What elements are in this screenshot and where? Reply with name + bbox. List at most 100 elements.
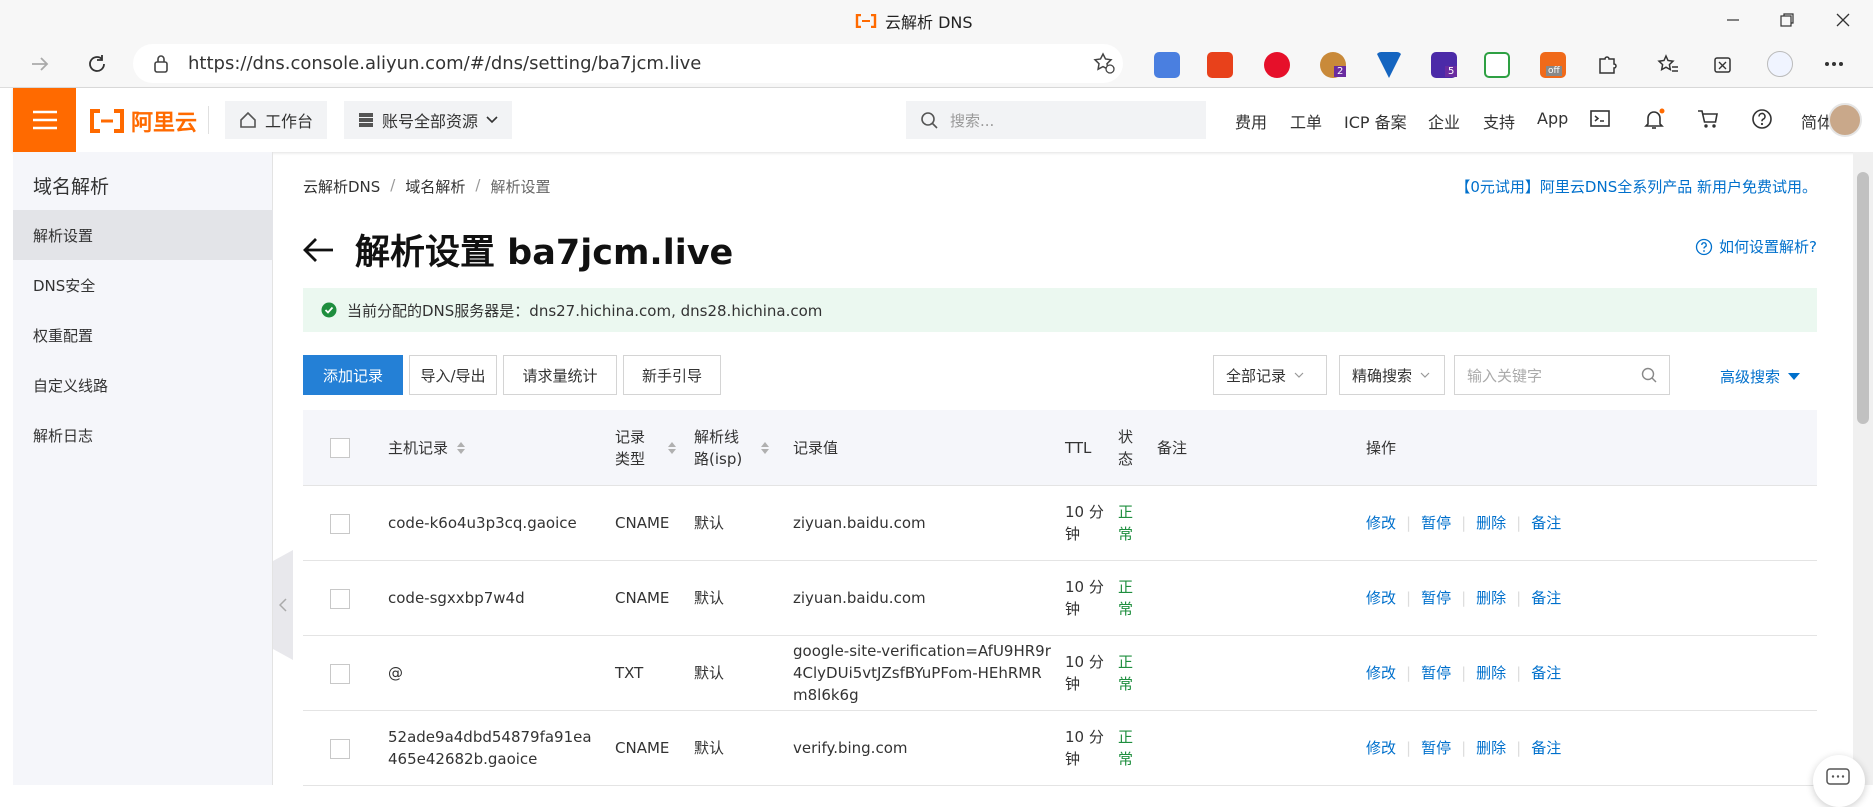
- action-separator: |: [1461, 514, 1467, 532]
- sidebar-item-dns-security[interactable]: DNS安全: [13, 260, 273, 310]
- rss-extension-icon[interactable]: off: [1540, 52, 1566, 78]
- aliyun-logo-icon: [90, 109, 124, 133]
- delete-action-link[interactable]: 删除: [1476, 737, 1506, 759]
- address-bar[interactable]: https://dns.console.aliyun.com/#/dns/set…: [133, 44, 1123, 83]
- table-row: @ TXT 默认 google-site-verification=AfU9HR9r4…: [303, 636, 1817, 711]
- minimize-button[interactable]: [1703, 0, 1763, 40]
- help-button[interactable]: [1751, 108, 1773, 130]
- notifications-button[interactable]: [1643, 108, 1665, 130]
- select-all-checkbox[interactable]: [330, 438, 350, 458]
- office-extension-icon[interactable]: [1207, 52, 1233, 78]
- row-checkbox[interactable]: [330, 589, 350, 609]
- pause-action-link[interactable]: 暂停: [1421, 512, 1451, 534]
- header-link-enterprise[interactable]: 企业: [1428, 109, 1460, 133]
- header-link-ticket[interactable]: 工单: [1290, 109, 1322, 133]
- favorites-button[interactable]: [1657, 53, 1679, 75]
- breadcrumb-item-domains[interactable]: 域名解析: [405, 176, 465, 197]
- resources-dropdown[interactable]: 账号全部资源: [344, 101, 513, 139]
- breadcrumb-item-current: 解析设置: [490, 178, 551, 196]
- column-header-line[interactable]: 解析线路(isp): [694, 410, 784, 485]
- user-avatar[interactable]: [1828, 103, 1862, 137]
- cart-button[interactable]: [1697, 108, 1719, 130]
- header-link-icp[interactable]: ICP 备案: [1344, 109, 1407, 133]
- collections-button[interactable]: [1712, 53, 1734, 75]
- row-checkbox[interactable]: [330, 664, 350, 684]
- sidebar-item-custom-lines[interactable]: 自定义线路: [13, 360, 273, 410]
- sort-icon: [761, 441, 769, 454]
- column-header-type[interactable]: 记录类型: [615, 410, 681, 485]
- terminal-button[interactable]: [1589, 108, 1611, 130]
- sidebar-item-weight-config[interactable]: 权重配置: [13, 310, 273, 360]
- delete-action-link[interactable]: 删除: [1476, 662, 1506, 684]
- search-mode-select[interactable]: 精确搜索: [1339, 355, 1445, 395]
- search-input[interactable]: 搜索...: [906, 101, 1206, 139]
- edit-action-link[interactable]: 修改: [1366, 737, 1396, 759]
- edit-action-link[interactable]: 修改: [1366, 512, 1396, 534]
- header-link-app[interactable]: App: [1537, 109, 1568, 128]
- line-cell: 默认: [694, 589, 725, 607]
- reload-button[interactable]: [86, 53, 108, 75]
- keyword-input[interactable]: 输入关键字: [1454, 355, 1670, 395]
- request-stats-button[interactable]: 请求量统计: [503, 355, 617, 395]
- column-header-remark: 备注: [1157, 438, 1188, 457]
- remark-action-link[interactable]: 备注: [1531, 737, 1561, 759]
- scrollbar-thumb[interactable]: [1857, 172, 1869, 424]
- edit-action-link[interactable]: 修改: [1366, 662, 1396, 684]
- profile-avatar[interactable]: [1767, 51, 1793, 77]
- edit-action-link[interactable]: 修改: [1366, 587, 1396, 609]
- add-record-button[interactable]: 添加记录: [303, 355, 403, 395]
- workbench-button[interactable]: 工作台: [225, 101, 328, 139]
- bell-icon: [1644, 108, 1665, 129]
- aliyun-logo[interactable]: 阿里云: [89, 105, 197, 137]
- restore-icon: [1780, 13, 1794, 27]
- remark-action-link[interactable]: 备注: [1531, 587, 1561, 609]
- forward-button[interactable]: [30, 54, 50, 74]
- translate-extension-icon[interactable]: [1154, 52, 1180, 78]
- row-checkbox[interactable]: [330, 514, 350, 534]
- more-menu-button[interactable]: [1824, 61, 1844, 67]
- remark-action-link[interactable]: 备注: [1531, 512, 1561, 534]
- pause-action-link[interactable]: 暂停: [1421, 587, 1451, 609]
- menu-button[interactable]: [13, 88, 76, 152]
- row-checkbox[interactable]: [330, 739, 350, 759]
- restore-button[interactable]: [1757, 0, 1817, 40]
- sidebar-item-dns-logs[interactable]: 解析日志: [13, 410, 273, 460]
- action-separator: |: [1516, 589, 1522, 607]
- a-extension-icon[interactable]: [1484, 52, 1510, 78]
- remark-action-link[interactable]: 备注: [1531, 662, 1561, 684]
- advanced-search-toggle[interactable]: 高级搜索: [1720, 366, 1801, 387]
- back-button[interactable]: [303, 237, 335, 263]
- beginner-guide-button[interactable]: 新手引导: [623, 355, 721, 395]
- header-link-billing[interactable]: 费用: [1235, 109, 1267, 133]
- y-extension-icon[interactable]: [1376, 52, 1402, 78]
- ttl-cell: 10 分钟: [1065, 503, 1104, 543]
- help-icon: [1752, 109, 1772, 129]
- pause-action-link[interactable]: 暂停: [1421, 662, 1451, 684]
- close-window-button[interactable]: [1813, 0, 1873, 40]
- search-icon[interactable]: [1641, 367, 1657, 383]
- server-icon: [359, 113, 373, 127]
- action-separator: |: [1516, 514, 1522, 532]
- help-link[interactable]: 如何设置解析?: [1695, 236, 1817, 257]
- action-separator: |: [1461, 739, 1467, 757]
- page-scrollbar[interactable]: [1853, 152, 1873, 785]
- pause-action-link[interactable]: 暂停: [1421, 737, 1451, 759]
- adblock-extension-icon[interactable]: [1264, 52, 1290, 78]
- stack-extension-icon[interactable]: 5: [1431, 52, 1458, 78]
- sidebar-collapse-handle[interactable]: [273, 550, 293, 660]
- value-cell: google-site-verification=AfU9HR9r4ClyDUi…: [793, 642, 1051, 704]
- promo-link[interactable]: 【0元试用】阿里云DNS全系列产品 新用户免费试用。: [1455, 176, 1817, 197]
- delete-action-link[interactable]: 删除: [1476, 587, 1506, 609]
- sidebar-item-dns-settings[interactable]: 解析设置: [13, 210, 273, 260]
- delete-action-link[interactable]: 删除: [1476, 512, 1506, 534]
- chat-support-button[interactable]: [1813, 755, 1865, 807]
- header-link-support[interactable]: 支持: [1483, 109, 1515, 133]
- import-export-button[interactable]: 导入/导出: [409, 355, 497, 395]
- record-filter-select[interactable]: 全部记录: [1213, 355, 1327, 395]
- breadcrumb-item-dns[interactable]: 云解析DNS: [303, 176, 380, 197]
- add-favorite-icon[interactable]: [1093, 52, 1115, 74]
- chevron-down-icon: [486, 116, 498, 124]
- tampermonkey-extension-icon[interactable]: 2: [1320, 52, 1347, 78]
- extensions-button[interactable]: [1596, 53, 1618, 75]
- column-header-host[interactable]: 主机记录: [388, 410, 598, 485]
